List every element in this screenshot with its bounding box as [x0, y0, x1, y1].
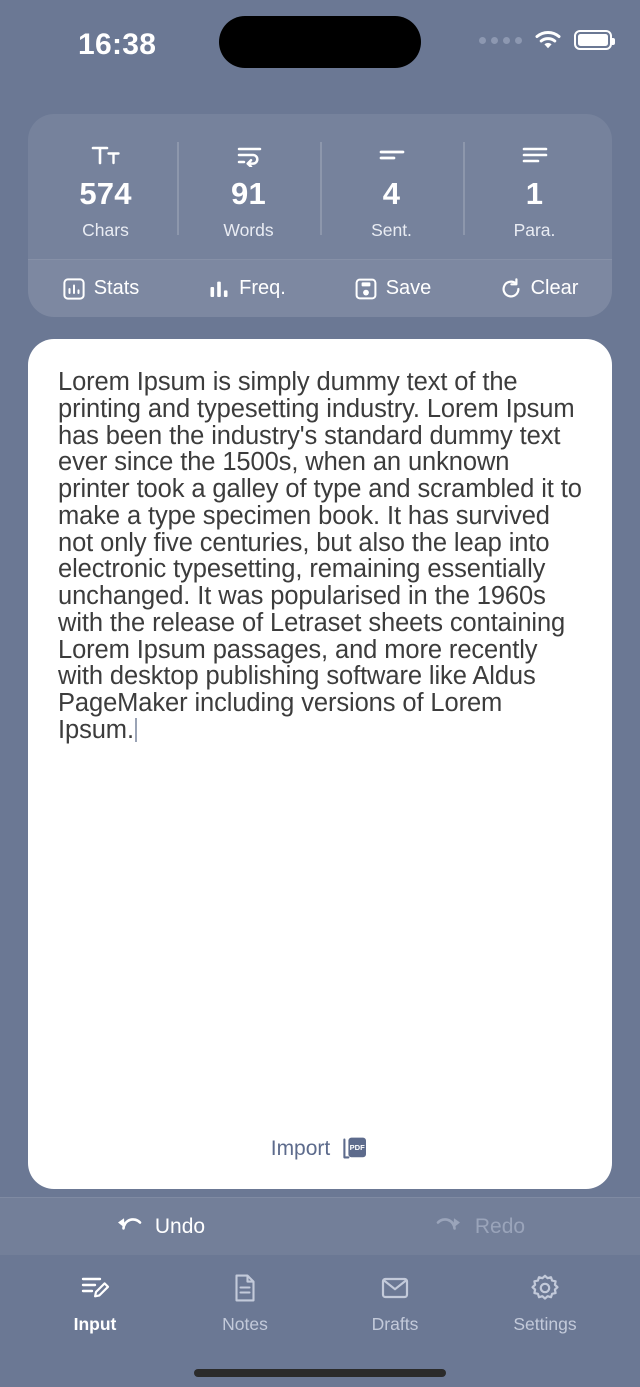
format-size-icon — [91, 140, 121, 170]
action-label: Save — [385, 277, 432, 299]
stat-chars[interactable]: 574 Chars — [34, 140, 177, 241]
stats-button[interactable]: Stats — [28, 277, 174, 300]
import-button[interactable]: Import PDF — [28, 1135, 612, 1163]
import-label: Import — [270, 1137, 331, 1160]
stats-actions-row: Stats Freq. Save Clear — [28, 259, 612, 317]
app-root: 16:38 574 Chars 91 Words 4 Sent. 1 Para.… — [0, 0, 640, 1387]
bar-chart-icon — [208, 278, 230, 300]
tab-label: Notes — [222, 1314, 268, 1334]
stat-sentences[interactable]: 4 Sent. — [320, 140, 463, 241]
tab-drafts[interactable]: Drafts — [320, 1271, 470, 1335]
stats-chart-icon — [63, 277, 85, 300]
pdf-file-icon: PDF — [341, 1135, 369, 1163]
stat-label: Para. — [513, 220, 556, 240]
stat-value: 4 — [382, 176, 401, 211]
save-button[interactable]: Save — [320, 277, 466, 300]
action-label: Freq. — [239, 277, 286, 299]
undo-label: Undo — [154, 1214, 206, 1238]
text-caret — [134, 717, 137, 742]
tab-input[interactable]: Input — [20, 1271, 170, 1335]
refresh-icon — [500, 277, 522, 300]
action-label: Stats — [93, 277, 140, 299]
stat-label: Words — [223, 220, 274, 240]
short-text-icon — [377, 140, 407, 170]
stat-label: Chars — [82, 220, 129, 240]
signal-dots-icon — [479, 36, 522, 44]
editor-content: Lorem Ipsum is simply dummy text of the … — [58, 368, 589, 744]
undo-arrow-icon — [115, 1214, 143, 1240]
gear-icon — [530, 1271, 560, 1305]
tab-label: Drafts — [371, 1314, 419, 1334]
svg-text:PDF: PDF — [350, 1143, 366, 1152]
stat-value: 574 — [79, 176, 132, 211]
notes-lines-icon — [520, 140, 550, 170]
tab-settings[interactable]: Settings — [470, 1271, 620, 1335]
undo-button[interactable]: Undo — [0, 1214, 320, 1240]
wifi-icon — [535, 30, 561, 50]
edit-note-icon — [79, 1271, 111, 1305]
tab-notes[interactable]: Notes — [170, 1271, 320, 1335]
clear-button[interactable]: Clear — [466, 277, 612, 300]
action-label: Clear — [530, 277, 579, 299]
status-bar: 16:38 — [0, 0, 640, 100]
redo-button[interactable]: Redo — [320, 1214, 640, 1240]
redo-label: Redo — [474, 1214, 526, 1238]
home-indicator[interactable] — [194, 1369, 446, 1377]
dynamic-island — [219, 16, 421, 68]
status-bar-clock: 16:38 — [78, 28, 157, 61]
tab-label: Settings — [513, 1314, 577, 1334]
stat-label: Sent. — [371, 220, 412, 240]
text-editor-area[interactable]: Lorem Ipsum is simply dummy text of the … — [28, 339, 612, 1189]
stat-value: 1 — [525, 176, 544, 211]
tab-label: Input — [73, 1314, 117, 1334]
editor-card[interactable]: Lorem Ipsum is simply dummy text of the … — [28, 339, 612, 1189]
stat-value: 91 — [231, 176, 266, 211]
bottom-tab-bar: Input Notes Drafts Settings — [0, 1255, 640, 1335]
status-bar-indicators — [479, 30, 615, 50]
freq-button[interactable]: Freq. — [174, 277, 320, 300]
floppy-disk-icon — [355, 278, 377, 300]
document-icon — [230, 1271, 260, 1305]
history-bar: Undo Redo — [0, 1197, 640, 1255]
redo-arrow-icon — [435, 1214, 463, 1240]
stats-row: 574 Chars 91 Words 4 Sent. 1 Para. — [28, 114, 612, 259]
stat-words[interactable]: 91 Words — [177, 140, 320, 241]
envelope-icon — [379, 1271, 411, 1305]
stat-paragraphs[interactable]: 1 Para. — [463, 140, 606, 241]
text-wrap-icon — [234, 140, 264, 170]
battery-full-icon — [574, 30, 615, 50]
stats-panel: 574 Chars 91 Words 4 Sent. 1 Para. Stats… — [28, 114, 612, 317]
